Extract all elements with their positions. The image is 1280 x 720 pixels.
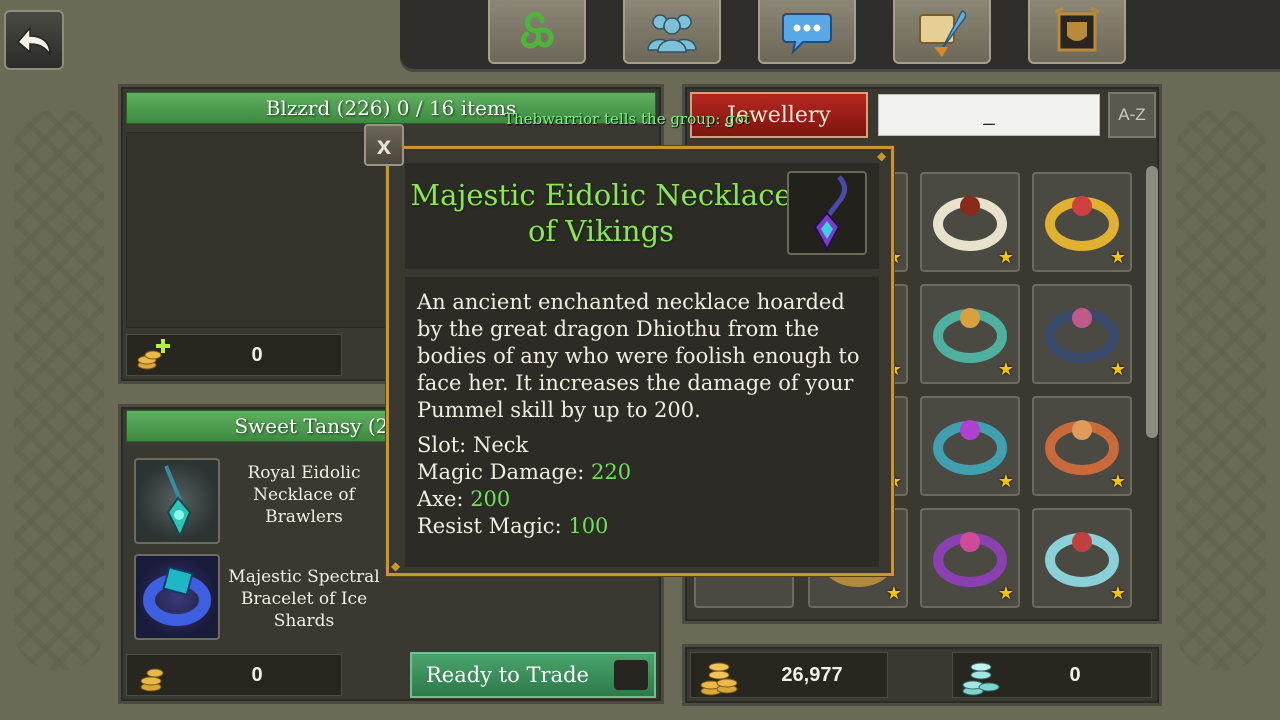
top-nav-bar bbox=[400, 0, 1280, 72]
tooltip-header: Majestic Eidolic Necklace of Vikings bbox=[405, 163, 879, 269]
list-item[interactable]: Majestic Spectral Bracelet of Ice Shards bbox=[134, 554, 386, 640]
group-people-icon bbox=[647, 14, 697, 53]
chat-bubble-icon bbox=[782, 13, 832, 56]
tab-skills[interactable] bbox=[488, 0, 586, 64]
corner-ornament-icon: ◆ bbox=[391, 559, 401, 573]
stat-axe: Axe: 200 bbox=[417, 487, 511, 511]
star-icon: ★ bbox=[885, 583, 902, 604]
star-icon: ★ bbox=[1109, 583, 1126, 604]
inventory-slot[interactable]: ★ bbox=[920, 284, 1020, 384]
tab-quests[interactable] bbox=[893, 0, 991, 64]
inventory-scrollbar[interactable] bbox=[1146, 166, 1158, 438]
celtic-border-right bbox=[1176, 110, 1266, 670]
gold-coins-icon bbox=[697, 655, 738, 696]
my-gold-offer-value: 0 bbox=[251, 343, 263, 366]
partner-gold-offer-value: 0 bbox=[251, 663, 263, 686]
star-icon: ★ bbox=[997, 247, 1014, 268]
my-offer-slots[interactable] bbox=[126, 132, 388, 328]
necklace-icon bbox=[134, 458, 220, 544]
add-gold-icon bbox=[133, 335, 173, 375]
item-name: Majestic Spectral Bracelet of Ice Shards bbox=[228, 567, 380, 631]
close-icon: x bbox=[376, 129, 392, 160]
ready-to-trade-button[interactable]: Ready to Trade bbox=[410, 652, 656, 698]
inventory-slot[interactable]: ★ bbox=[920, 508, 1020, 608]
star-icon: ★ bbox=[997, 359, 1014, 380]
guild-crest-icon bbox=[1054, 6, 1100, 52]
ready-checkbox[interactable] bbox=[614, 660, 648, 690]
list-item[interactable]: Royal Eidolic Necklace of Brawlers bbox=[134, 458, 386, 544]
corner-ornament-icon: ◆ bbox=[877, 149, 887, 163]
ready-to-trade-label: Ready to Trade bbox=[426, 663, 589, 687]
inventory-slot[interactable]: ★ bbox=[1032, 508, 1132, 608]
inventory-slot[interactable]: ★ bbox=[1032, 396, 1132, 496]
gems-balance: 0 bbox=[952, 652, 1152, 698]
inventory-slot[interactable]: ★ bbox=[920, 396, 1020, 496]
celtic-border-left bbox=[14, 110, 104, 670]
my-gold-offer-field[interactable]: 0 bbox=[126, 334, 342, 376]
stat-magic-damage: Magic Damage: 220 bbox=[417, 460, 632, 484]
search-input[interactable] bbox=[878, 94, 1100, 136]
star-icon: ★ bbox=[1109, 359, 1126, 380]
silver-coins-icon bbox=[959, 655, 1000, 696]
tab-chat[interactable] bbox=[758, 0, 856, 64]
tooltip-title: Majestic Eidolic Necklace of Vikings bbox=[410, 178, 792, 248]
item-name: Royal Eidolic Necklace of Brawlers bbox=[247, 463, 361, 527]
tab-social[interactable] bbox=[623, 0, 721, 64]
partner-gold-offer-field: 0 bbox=[126, 654, 342, 696]
bracelet-icon bbox=[134, 554, 220, 640]
back-button[interactable] bbox=[4, 10, 64, 70]
gold-balance-value: 26,977 bbox=[781, 663, 843, 686]
close-button[interactable]: x bbox=[364, 124, 404, 166]
tooltip-description: An ancient enchanted necklace hoarded by… bbox=[417, 290, 860, 422]
star-icon: ★ bbox=[997, 583, 1014, 604]
star-icon: ★ bbox=[997, 471, 1014, 492]
stat-resist-magic: Resist Magic: 100 bbox=[417, 514, 609, 538]
sort-label: A-Z bbox=[1118, 105, 1146, 124]
inventory-slot[interactable]: ★ bbox=[1032, 284, 1132, 384]
item-tooltip: ◆ ◆ Majestic Eidolic Necklace of Vikings… bbox=[386, 146, 894, 576]
chat-message: Thebwarrior tells the group: got bbox=[504, 110, 750, 128]
star-icon: ★ bbox=[1109, 247, 1126, 268]
necklace-icon bbox=[787, 171, 867, 255]
stat-slot: Slot: Neck bbox=[417, 433, 529, 457]
triskelion-icon bbox=[520, 11, 554, 49]
gold-balance: 26,977 bbox=[690, 652, 888, 698]
star-icon: ★ bbox=[1109, 471, 1126, 492]
inventory-slot[interactable]: ★ bbox=[920, 172, 1020, 272]
tab-guild[interactable] bbox=[1028, 0, 1126, 64]
scroll-quill-icon bbox=[919, 10, 967, 57]
gold-coins-icon bbox=[133, 655, 173, 695]
gems-balance-value: 0 bbox=[1069, 663, 1081, 686]
tooltip-body: An ancient enchanted necklace hoarded by… bbox=[405, 277, 879, 567]
back-arrow-icon bbox=[16, 25, 51, 57]
sort-button[interactable]: A-Z bbox=[1108, 92, 1156, 138]
inventory-slot[interactable]: ★ bbox=[1032, 172, 1132, 272]
